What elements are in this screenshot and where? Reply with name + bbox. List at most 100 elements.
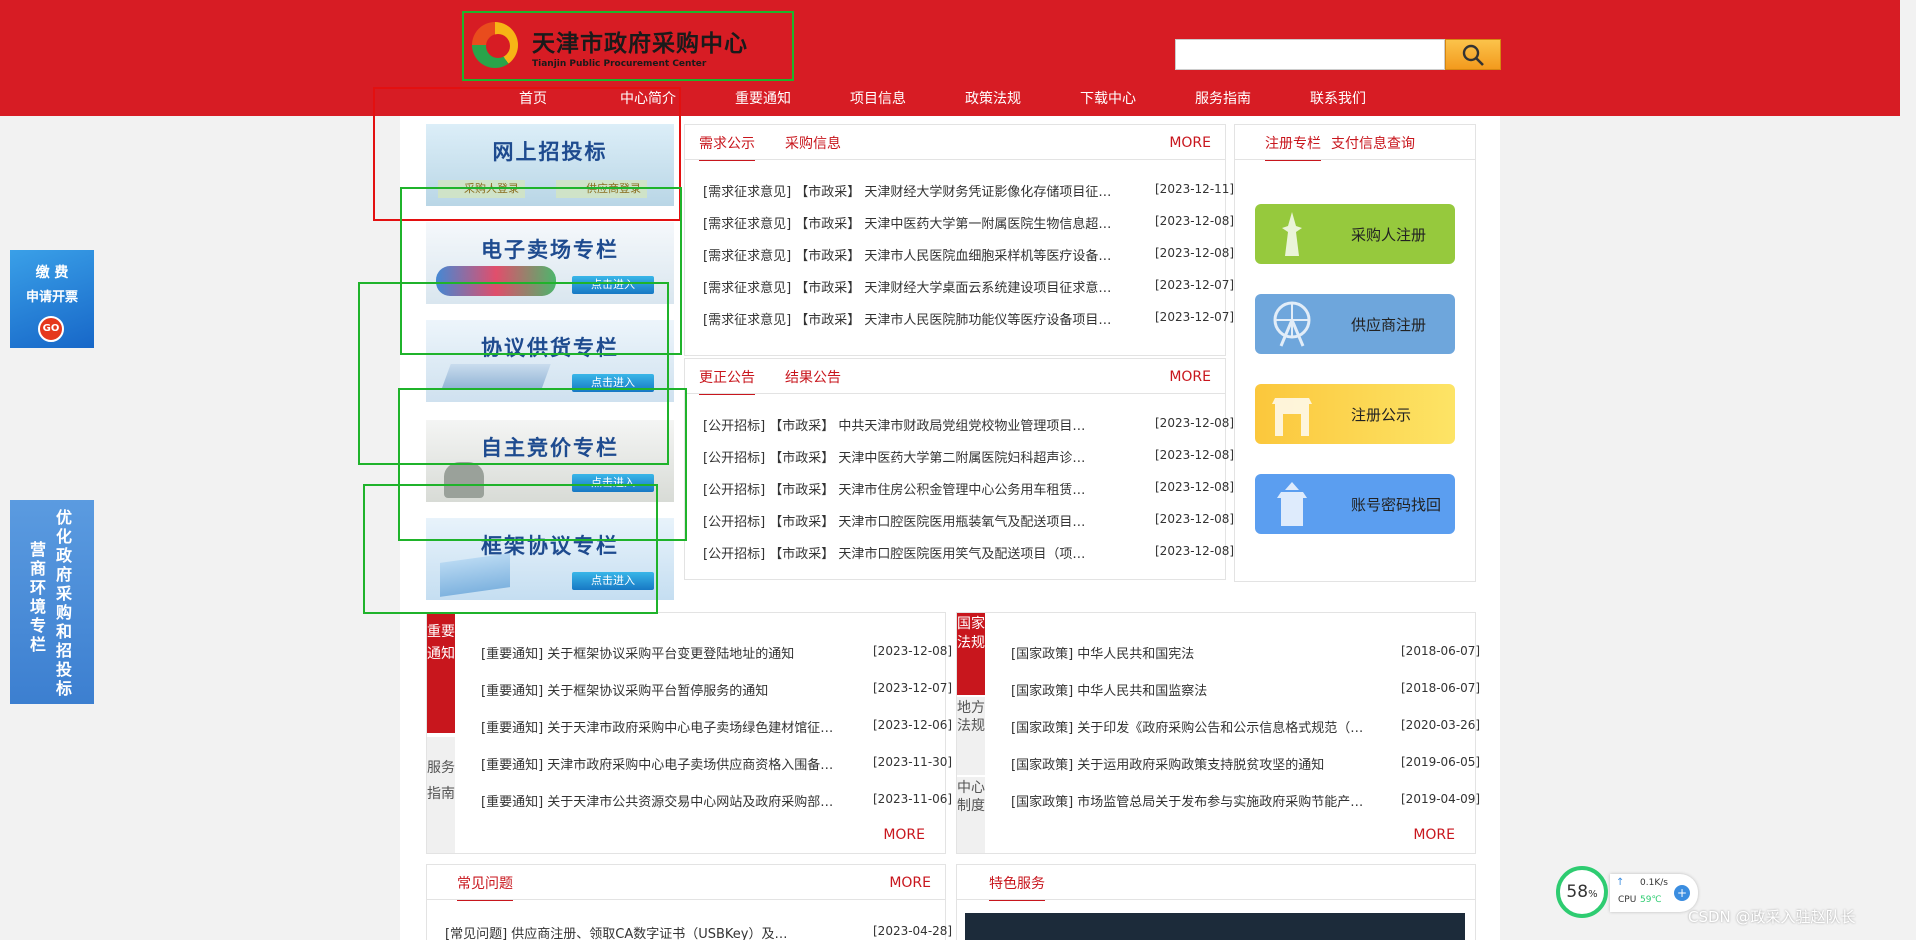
- boost-plus-icon[interactable]: +: [1674, 885, 1690, 901]
- tab-demand-notice[interactable]: 需求公示: [699, 133, 755, 161]
- faq-panel: 常见问题 MORE [常见问题] 供应商注册、领取CA数字证书（USBKey）及…: [426, 864, 952, 940]
- agreement-supply-tile[interactable]: 协议供货专栏 点击进入: [426, 320, 674, 402]
- tab-local-law[interactable]: 地方法规: [957, 697, 985, 775]
- list-item-date: [2023-12-08]: [1155, 448, 1235, 462]
- tab-payment-query[interactable]: 支付信息查询: [1331, 133, 1415, 161]
- list-item-date: [2020-03-26]: [1401, 718, 1481, 732]
- system-monitor-widget[interactable]: 58% ↑ 0.1K/s CPU 59℃ +: [1556, 866, 1704, 918]
- gate-tower-icon: [1277, 482, 1307, 526]
- nav-item-downloads[interactable]: 下载中心: [1080, 88, 1136, 108]
- list-item-date: [2019-04-09]: [1401, 792, 1481, 806]
- list-item-date: [2023-12-08]: [1155, 416, 1235, 430]
- tab-service-guide[interactable]: 服务指南: [427, 737, 455, 853]
- tab-procurement-info[interactable]: 采购信息: [785, 133, 841, 161]
- site-header: 天津市政府采购中心 Tianjin Public Procurement Cen…: [0, 0, 1900, 116]
- tab-center-rules[interactable]: 中心制度: [957, 777, 985, 853]
- online-bidding-tile[interactable]: 网上招投标 采购人登录 供应商登录: [426, 124, 674, 206]
- csdn-watermark: CSDN @政采入驻赵队长: [1688, 908, 1856, 926]
- list-item[interactable]: [需求征求意见] 【市政采】 天津财经大学桌面云系统建设项目征求意…: [703, 277, 1143, 296]
- tab-important-notice[interactable]: 重要通知: [427, 613, 455, 733]
- self-bidding-tile[interactable]: 自主竞价专栏 点击进入: [426, 420, 674, 502]
- list-item[interactable]: [重要通知] 关于框架协议采购平台变更登陆地址的通知: [481, 643, 861, 662]
- buyer-login-button[interactable]: 采购人登录: [438, 180, 525, 198]
- search-input[interactable]: [1175, 39, 1445, 70]
- nav-item-notices[interactable]: 重要通知: [735, 88, 791, 108]
- online-bidding-title: 网上招投标: [492, 139, 608, 164]
- ferris-wheel-icon: [1273, 301, 1311, 347]
- self-bidding-title: 自主竞价专栏: [481, 435, 619, 460]
- faq-row-date: [2023-04-28]: [873, 924, 953, 938]
- buyer-login-label: 采购人登录: [464, 182, 519, 195]
- list-item-date: [2019-06-05]: [1401, 755, 1481, 769]
- buyer-register-button[interactable]: 采购人注册: [1255, 204, 1455, 264]
- framework-agreement-tile[interactable]: 框架协议专栏 点击进入: [426, 518, 674, 600]
- policy-more-link[interactable]: MORE: [1413, 827, 1455, 843]
- list-item[interactable]: [公开招标] 【市政采】 天津中医药大学第二附属医院妇科超声诊…: [703, 447, 1115, 466]
- fee-invoice-banner[interactable]: 缴 费 申请开票 GO: [10, 250, 94, 348]
- faq-row-text[interactable]: [常见问题] 供应商注册、领取CA数字证书（USBKey）及…: [445, 923, 825, 940]
- list-item[interactable]: [国家政策] 关于印发《政府采购公告和公示信息格式规范（…: [1011, 717, 1391, 736]
- special-service-banner[interactable]: [965, 913, 1465, 940]
- nav-item-contact[interactable]: 联系我们: [1310, 88, 1366, 108]
- framework-enter-button[interactable]: 点击进入: [572, 572, 654, 590]
- notices-panel: 重要通知 服务指南 MORE [重要通知] 关于框架协议采购平台变更登陆地址的通…: [426, 612, 952, 854]
- supplier-login-button[interactable]: 供应商登录: [556, 180, 647, 198]
- list-item[interactable]: [重要通知] 关于框架协议采购平台暂停服务的通知: [481, 680, 861, 699]
- tab-faq[interactable]: 常见问题: [457, 873, 513, 901]
- emall-enter-button[interactable]: 点击进入: [572, 276, 654, 294]
- faq-more-link[interactable]: MORE: [889, 875, 931, 891]
- nav-item-policy[interactable]: 政策法规: [965, 88, 1021, 108]
- agreement-supply-title: 协议供货专栏: [481, 335, 619, 360]
- tab-register[interactable]: 注册专栏: [1265, 133, 1321, 161]
- cpu-label: CPU: [1618, 895, 1637, 905]
- nav-item-service[interactable]: 服务指南: [1195, 88, 1251, 108]
- list-item[interactable]: [公开招标] 【市政采】 中共天津市财政局党组党校物业管理项目…: [703, 415, 1115, 434]
- correction-more-link[interactable]: MORE: [1169, 369, 1211, 385]
- list-item[interactable]: [国家政策] 市场监管总局关于发布参与实施政府采购节能产…: [1011, 791, 1391, 810]
- nav-item-projects[interactable]: 项目信息: [850, 88, 906, 108]
- supplier-register-button[interactable]: 供应商注册: [1255, 294, 1455, 354]
- list-item-date: [2023-12-07]: [1155, 310, 1235, 324]
- business-env-banner[interactable]: 优化政府采购和招投标 营商环境专栏: [10, 500, 94, 704]
- register-publicity-button[interactable]: 注册公示: [1255, 384, 1455, 444]
- list-item[interactable]: [国家政策] 关于运用政府采购政策支持脱贫攻坚的通知: [1011, 754, 1391, 773]
- fee-banner-line2: 申请开票: [25, 290, 78, 305]
- tab-national-law[interactable]: 国家法规: [957, 613, 985, 695]
- notices-more-link[interactable]: MORE: [883, 827, 925, 843]
- list-item[interactable]: [重要通知] 关于天津市政府采购中心电子卖场绿色建材馆征…: [481, 717, 861, 736]
- list-item-date: [2023-12-11]: [1155, 182, 1235, 196]
- list-item[interactable]: [国家政策] 中华人民共和国监察法: [1011, 680, 1391, 699]
- upload-arrow-icon: ↑: [1616, 877, 1625, 888]
- list-item[interactable]: [公开招标] 【市政采】 天津市口腔医院医用笑气及配送项目（项…: [703, 543, 1115, 562]
- self-bidding-enter-button[interactable]: 点击进入: [572, 474, 654, 492]
- list-item-date: [2023-12-08]: [1155, 512, 1235, 526]
- list-item-date: [2023-12-07]: [873, 681, 953, 695]
- list-item[interactable]: [国家政策] 中华人民共和国宪法: [1011, 643, 1391, 662]
- list-item[interactable]: [需求征求意见] 【市政采】 天津市人民医院肺功能仪等医疗设备项目…: [703, 309, 1143, 328]
- nav-item-home[interactable]: 首页: [519, 88, 547, 108]
- correction-panel: 更正公告 结果公告 MORE [公开招标] 【市政采】 中共天津市财政局党组党校…: [684, 358, 1234, 580]
- list-item[interactable]: [公开招标] 【市政采】 天津市口腔医院医用瓶装氧气及配送项目…: [703, 511, 1115, 530]
- demand-more-link[interactable]: MORE: [1169, 135, 1211, 151]
- tab-result-notice[interactable]: 结果公告: [785, 367, 841, 395]
- list-item-date: [2018-06-07]: [1401, 681, 1481, 695]
- tab-special-service[interactable]: 特色服务: [989, 873, 1045, 901]
- go-label: GO: [42, 323, 60, 334]
- list-item[interactable]: [需求征求意见] 【市政采】 天津市人民医院血细胞采样机等医疗设备…: [703, 245, 1143, 264]
- list-item[interactable]: [需求征求意见] 【市政采】 天津中医药大学第一附属医院生物信息超…: [703, 213, 1143, 232]
- password-recovery-button[interactable]: 账号密码找回: [1255, 474, 1455, 534]
- main-nav: 首页 中心简介 重要通知 项目信息 政策法规 下载中心 服务指南 联系我们: [0, 80, 1900, 116]
- nav-item-about[interactable]: 中心简介: [620, 88, 676, 108]
- list-item[interactable]: [需求征求意见] 【市政采】 天津财经大学财务凭证影像化存储项目征…: [703, 181, 1143, 200]
- list-item[interactable]: [公开招标] 【市政采】 天津市住房公积金管理中心公务用车租赁…: [703, 479, 1115, 498]
- list-item[interactable]: [重要通知] 天津市政府采购中心电子卖场供应商资格入围备…: [481, 754, 861, 773]
- cpu-percent-sign: %: [1588, 889, 1598, 900]
- list-item[interactable]: [重要通知] 关于天津市公共资源交易中心网站及政府采购部…: [481, 791, 861, 810]
- env-banner-left-col: 营商环境专栏: [30, 540, 47, 654]
- logo-emblem-icon: [468, 20, 524, 72]
- emall-tile[interactable]: 电子卖场专栏 点击进入: [426, 222, 674, 304]
- tab-correction-notice[interactable]: 更正公告: [699, 367, 755, 395]
- search-button[interactable]: [1445, 39, 1501, 70]
- site-logo[interactable]: 天津市政府采购中心 Tianjin Public Procurement Cen…: [468, 14, 788, 78]
- agreement-enter-button[interactable]: 点击进入: [572, 374, 654, 392]
